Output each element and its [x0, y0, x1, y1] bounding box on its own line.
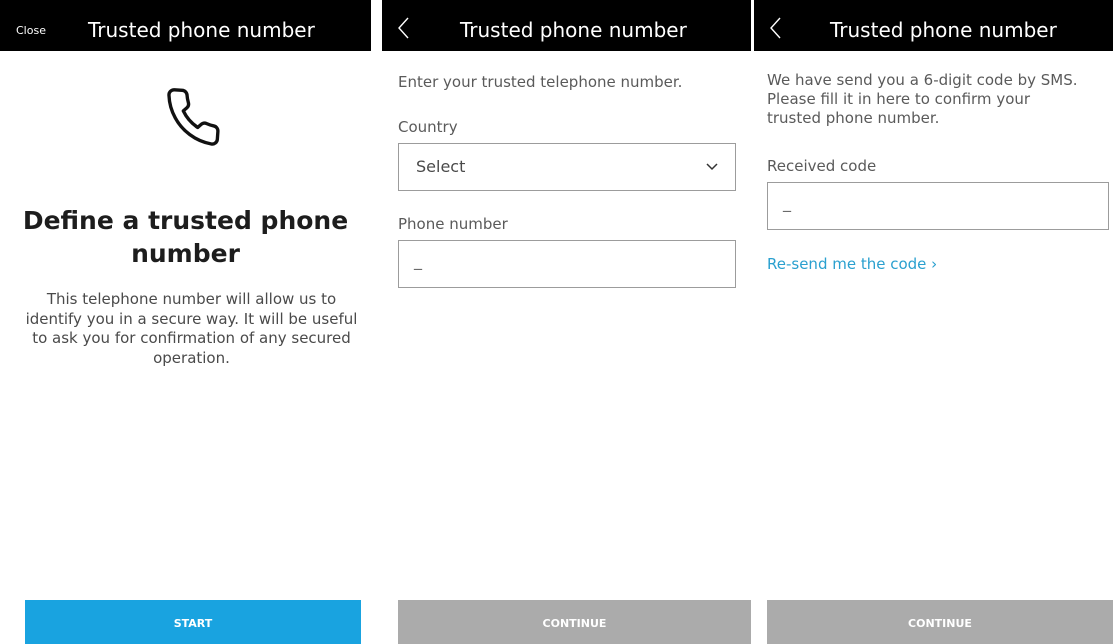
- country-select[interactable]: Select: [398, 143, 736, 191]
- received-code-value: _: [783, 193, 791, 212]
- phone-icon: [167, 88, 220, 146]
- country-select-value: Select: [416, 157, 466, 176]
- page-title: Trusted phone number: [88, 18, 315, 42]
- chevron-left-icon[interactable]: [396, 14, 412, 42]
- screen-enter-number: Trusted phone number Enter your trusted …: [382, 0, 751, 644]
- page-title: Trusted phone number: [830, 18, 1057, 42]
- instruction-text: Enter your trusted telephone number.: [398, 73, 683, 91]
- country-label: Country: [398, 118, 458, 136]
- top-bar: Close Trusted phone number: [0, 0, 371, 51]
- phone-number-label: Phone number: [398, 215, 508, 233]
- chevron-down-icon: [706, 163, 718, 171]
- top-bar: Trusted phone number: [382, 0, 751, 51]
- headline: Define a trusted phone number: [22, 206, 349, 268]
- instruction-text: We have send you a 6-digit code by SMS. …: [767, 71, 1113, 128]
- screen-confirm-code: Trusted phone number We have send you a …: [754, 0, 1113, 644]
- instruction-line: We have send you a 6-digit code by SMS.: [767, 71, 1078, 89]
- top-bar: Trusted phone number: [754, 0, 1113, 51]
- instruction-line: trusted phone number.: [767, 109, 940, 127]
- close-button[interactable]: Close: [16, 0, 46, 51]
- screen-intro: Close Trusted phone number Define a trus…: [0, 0, 371, 644]
- continue-button[interactable]: CONTINUE: [767, 600, 1113, 644]
- received-code-input[interactable]: _: [767, 182, 1109, 230]
- chevron-left-icon[interactable]: [768, 14, 784, 42]
- description-text: This telephone number will allow us to i…: [25, 290, 358, 367]
- phone-number-input[interactable]: _: [398, 240, 736, 288]
- received-code-label: Received code: [767, 157, 877, 175]
- continue-button[interactable]: CONTINUE: [398, 600, 751, 644]
- start-button[interactable]: START: [25, 600, 361, 644]
- page-title: Trusted phone number: [460, 18, 687, 42]
- resend-code-link[interactable]: Re-send me the code ›: [767, 255, 937, 273]
- instruction-line: Please fill it in here to confirm your: [767, 90, 1031, 108]
- phone-number-value: _: [414, 251, 422, 270]
